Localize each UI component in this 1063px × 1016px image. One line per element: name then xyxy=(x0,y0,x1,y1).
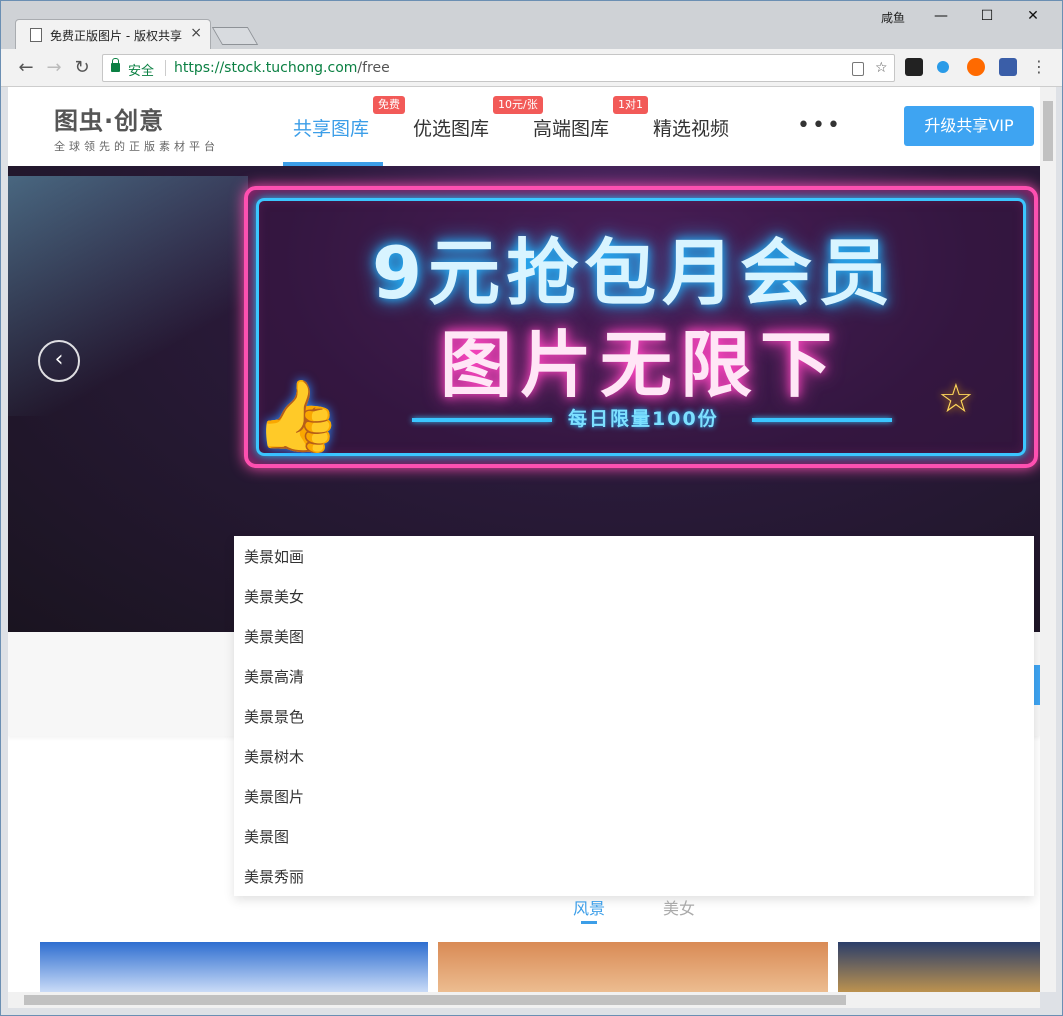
reload-icon[interactable]: ↻ xyxy=(71,57,93,78)
badge-price: 10元/张 xyxy=(493,96,543,114)
forward-icon[interactable]: → xyxy=(43,57,65,78)
profile-name[interactable]: 咸鱼 xyxy=(881,9,905,26)
suggestion-item[interactable]: 美景图 xyxy=(244,826,289,847)
category-active-indicator xyxy=(581,921,597,924)
logo-title: 图虫·创意 xyxy=(54,107,165,135)
url-path: /free xyxy=(357,60,390,76)
close-window-button[interactable]: ✕ xyxy=(1013,5,1053,27)
site-header: 图虫·创意 全球领先的正版素材平台 共享图库 免费 优选图库 10元/张 高端图… xyxy=(8,87,1040,166)
url-text[interactable]: https://stock.tuchong.com/free xyxy=(174,60,390,76)
secure-label: 安全 xyxy=(128,64,155,79)
back-icon[interactable]: ← xyxy=(15,57,37,78)
address-separator xyxy=(165,60,166,76)
new-tab-button[interactable] xyxy=(211,27,259,45)
tab-beauty[interactable]: 美女 xyxy=(663,895,695,919)
bookmark-star-icon[interactable]: ☆ xyxy=(875,60,888,76)
nav-featured-video[interactable]: 精选视频 xyxy=(653,114,729,141)
tab-scenery[interactable]: 风景 xyxy=(573,895,605,919)
suggestion-item[interactable]: 美景如画 xyxy=(244,546,304,567)
neon-line-left xyxy=(412,418,552,422)
nav-shared-library[interactable]: 共享图库 xyxy=(293,114,369,141)
suggestion-item[interactable]: 美景秀丽 xyxy=(244,866,304,887)
page-favicon-icon xyxy=(30,28,42,42)
vertical-scroll-thumb[interactable] xyxy=(1043,101,1053,161)
photo-thumbnail-dusk[interactable] xyxy=(838,942,1040,992)
upgrade-vip-button[interactable]: 升级共享VIP xyxy=(904,106,1034,146)
page-viewport: 图虫·创意 全球领先的正版素材平台 共享图库 免费 优选图库 10元/张 高端图… xyxy=(8,87,1040,992)
tab-title: 免费正版图片 - 版权共享 xyxy=(50,29,182,43)
nav-premium-library[interactable]: 高端图库 xyxy=(533,114,609,141)
photo-thumbnail-sunset[interactable] xyxy=(438,942,828,992)
suggestion-item[interactable]: 美景图片 xyxy=(244,786,304,807)
banner-headline: 9元抢包月会员 xyxy=(372,231,897,315)
browser-tab[interactable]: 免费正版图片 - 版权共享 × xyxy=(15,19,211,49)
browser-window: 免费正版图片 - 版权共享 × 咸鱼 — ☐ ✕ ← → ↻ 安全 https:… xyxy=(0,0,1063,1016)
url-host: https://stock.tuchong.com xyxy=(174,60,358,76)
logo-tagline: 全球领先的正版素材平台 xyxy=(54,140,219,153)
thumbs-up-icon: 👍 xyxy=(254,375,342,457)
carousel-prev-button[interactable]: ‹ xyxy=(38,340,80,382)
nav-select-library[interactable]: 优选图库 xyxy=(413,114,489,141)
badge-free: 免费 xyxy=(373,96,405,114)
menu-icon[interactable]: ⋮ xyxy=(1031,57,1047,76)
suggestion-item[interactable]: 美景高清 xyxy=(244,666,304,687)
star-icon: ☆ xyxy=(938,376,974,422)
vertical-scrollbar[interactable] xyxy=(1040,87,1056,992)
extension-infinity-icon[interactable] xyxy=(967,58,985,76)
suggestion-item[interactable]: 美景美女 xyxy=(244,586,304,607)
horizontal-scrollbar[interactable] xyxy=(8,992,1040,1008)
browser-toolbar: ← → ↻ 安全 https://stock.tuchong.com/free … xyxy=(1,49,1062,87)
banner-limit-text: 每日限量100份 xyxy=(568,408,719,430)
badge-one-on-one: 1对1 xyxy=(613,96,648,114)
banner-subheadline: 图片无限下 xyxy=(440,323,841,407)
neon-line-right xyxy=(752,418,892,422)
maximize-button[interactable]: ☐ xyxy=(967,5,1007,27)
spotlight-beam xyxy=(8,176,248,416)
suggestion-item[interactable]: 美景景色 xyxy=(244,706,304,727)
title-bar: 免费正版图片 - 版权共享 × 咸鱼 — ☐ ✕ xyxy=(1,1,1062,49)
site-logo[interactable]: 图虫·创意 全球领先的正版素材平台 xyxy=(54,101,219,154)
suggestion-item[interactable]: 美景美图 xyxy=(244,626,304,647)
tab-close-icon[interactable]: × xyxy=(190,25,202,41)
photo-thumbnail-sky[interactable] xyxy=(40,942,428,992)
address-bar[interactable]: 安全 https://stock.tuchong.com/free ☆ xyxy=(102,54,895,82)
search-suggestions: 美景如画 美景美女 美景美图 美景高清 美景景色 美景树木 美景图片 美景图 美… xyxy=(234,536,1034,896)
lock-icon xyxy=(111,58,120,72)
minimize-button[interactable]: — xyxy=(921,5,961,27)
horizontal-scroll-thumb[interactable] xyxy=(24,995,846,1005)
shield-icon[interactable] xyxy=(852,62,864,76)
extension-cube-icon[interactable] xyxy=(937,61,949,73)
suggestion-item[interactable]: 美景树木 xyxy=(244,746,304,767)
extension-camera-icon[interactable] xyxy=(999,58,1017,76)
extension-ghost-icon[interactable] xyxy=(905,58,923,76)
more-menu-icon[interactable]: ••• xyxy=(797,113,842,138)
